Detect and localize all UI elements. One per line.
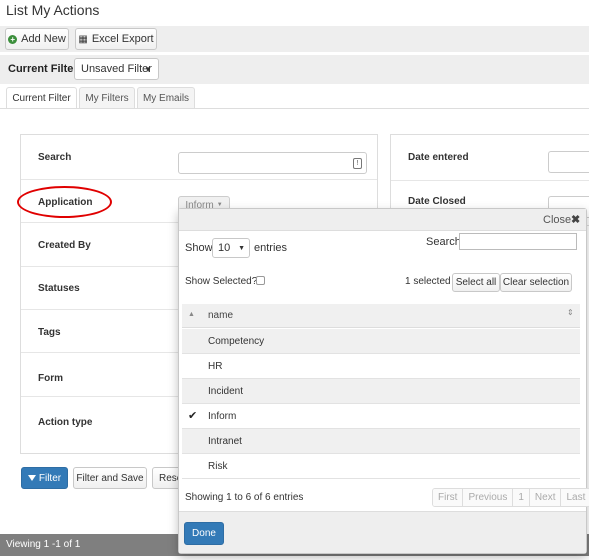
show-selected-label: Show Selected? (185, 276, 258, 287)
excel-export-label: Excel Export (91, 33, 154, 45)
viewing-info: Viewing 1 -1 of 1 (6, 539, 81, 550)
row-divider (21, 396, 178, 397)
entries-label: entries (254, 242, 288, 254)
row-divider (21, 309, 178, 310)
clear-selection-button[interactable]: Clear selection (500, 273, 572, 292)
action-type-label: Action type (38, 417, 93, 428)
page-title: List My Actions (6, 2, 100, 18)
excel-export-button[interactable]: ▦ Excel Export (75, 28, 157, 50)
row-name: Inform (208, 411, 237, 422)
add-new-label: Add New (21, 33, 66, 45)
filter-and-save-button[interactable]: Filter and Save (73, 467, 147, 489)
created-by-label: Created By (38, 240, 91, 251)
pager-page-1[interactable]: 1 (513, 489, 530, 506)
current-filter-select[interactable]: Unsaved Filter ▼ (74, 58, 159, 80)
date-closed-label: Date Closed (408, 196, 466, 207)
filter-button-label: Filter (38, 472, 62, 484)
caret-down-icon: ▼ (238, 244, 245, 252)
close-link[interactable]: Close (543, 214, 571, 226)
row-divider (21, 352, 178, 353)
show-label: Show (185, 242, 213, 254)
page-length-value: 10 (218, 242, 231, 254)
highlight-ellipse (17, 186, 112, 218)
search-input[interactable]: ! (178, 152, 367, 174)
date-entered-input[interactable] (548, 151, 589, 173)
pager-first[interactable]: First (433, 489, 464, 506)
funnel-icon (27, 475, 36, 481)
pager-next[interactable]: Next (529, 489, 562, 506)
table-row[interactable]: Risk (182, 454, 580, 479)
tab-my-emails[interactable]: My Emails (137, 87, 195, 109)
row-name: Incident (208, 386, 244, 397)
table-row[interactable]: Incident (182, 379, 580, 404)
row-name: HR (208, 361, 223, 372)
close-icon[interactable]: ✖ (571, 213, 580, 226)
plus-circle-icon: + (8, 34, 18, 44)
table-header[interactable] (182, 304, 580, 328)
table-search-input[interactable] (459, 233, 577, 250)
table-row[interactable]: Intranet (182, 429, 580, 454)
tabs-divider (0, 108, 589, 109)
search-label: Search (38, 152, 72, 163)
current-filter-value: Unsaved Filter (81, 63, 152, 75)
row-divider (21, 266, 178, 267)
keyboard-icon: ! (353, 158, 362, 169)
pager-last[interactable]: Last (561, 489, 589, 506)
done-button[interactable]: Done (184, 522, 224, 545)
pager-previous[interactable]: Previous (463, 489, 514, 506)
statuses-label: Statuses (38, 283, 80, 294)
row-divider (21, 222, 178, 223)
popup-header (179, 209, 586, 231)
add-new-button[interactable]: + Add New (5, 28, 69, 50)
row-name: Risk (208, 461, 228, 472)
tab-my-filters[interactable]: My Filters (79, 87, 135, 109)
selected-count: 1 selected (405, 276, 451, 287)
sort-both-icon: ⇕ (567, 308, 574, 317)
filter-button[interactable]: Filter (21, 467, 68, 489)
row-divider (21, 179, 377, 180)
tags-label: Tags (38, 327, 61, 338)
sort-asc-icon: ▲ (188, 311, 195, 318)
row-name: Intranet (208, 436, 242, 447)
show-selected-checkbox[interactable] (256, 276, 265, 285)
row-divider (391, 180, 589, 181)
table-info: Showing 1 to 6 of 6 entries (185, 492, 304, 503)
form-label: Form (38, 373, 63, 384)
grid-icon: ▦ (78, 33, 88, 45)
page-length-select[interactable]: 10 ▼ (212, 238, 250, 258)
date-entered-label: Date entered (408, 152, 469, 163)
table-row[interactable]: Competency (182, 329, 580, 354)
tab-current-filter[interactable]: Current Filter (6, 87, 77, 109)
checkmark-icon: ✔ (188, 410, 198, 422)
row-name: Competency (208, 336, 265, 347)
column-header-name[interactable]: name (208, 310, 233, 321)
current-filter-label: Current Filter: (8, 63, 82, 75)
caret-down-icon: ▼ (144, 64, 152, 74)
popup-footer (179, 511, 586, 553)
table-row-selected[interactable]: ✔ Inform (182, 404, 580, 429)
pagination: First Previous 1 Next Last (432, 488, 589, 507)
table-row[interactable]: HR (182, 354, 580, 379)
select-all-button[interactable]: Select all (452, 273, 500, 292)
